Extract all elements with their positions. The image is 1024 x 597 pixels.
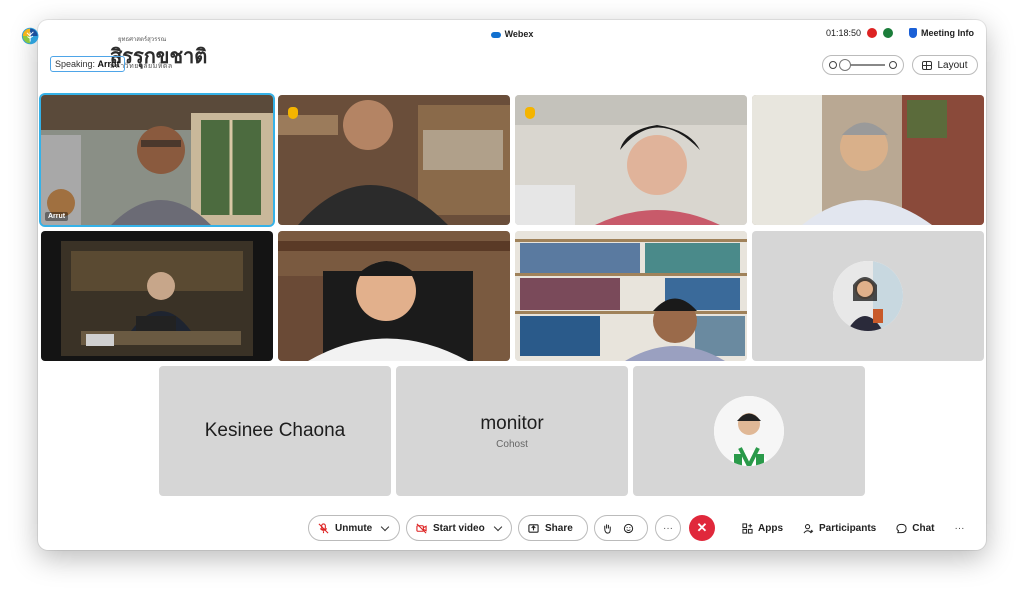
video-controls: Start video [406,514,512,542]
participant-video [278,231,510,361]
meeting-controls: Unmute [308,514,400,542]
network-health-icon[interactable] [883,28,893,38]
speaking-indicator: Speaking: Arrut [50,56,125,72]
participant-video [41,95,273,225]
chevron-down-icon[interactable] [380,522,390,531]
meeting-timer: 01:18:50 [825,28,861,38]
video-tile-3[interactable] [515,95,747,225]
participant-video [41,231,273,361]
zoom-out-icon[interactable] [829,61,837,69]
raised-hand-icon [525,107,535,119]
speaking-name: Arrut [97,59,120,69]
layout-label: Layout [937,59,968,71]
top-right-status: 01:18:50 Meeting Info [826,28,974,38]
share-label: Share [545,522,573,534]
unmute-label: Unmute [335,522,373,534]
speaking-label: Speaking: [55,59,96,69]
apps-button[interactable]: Apps [742,523,783,534]
video-tile-8[interactable] [752,231,984,361]
webex-window: ยุทธศาสตร์สุวรรณ สิรรุกขชาติ มหาวิทยาลัย… [21,20,986,550]
share-controls: Share [518,514,588,542]
avatar-container [752,231,984,361]
shield-icon [909,28,917,38]
muted-microphone-icon [318,522,329,533]
unmute-button[interactable]: Unmute [308,515,400,541]
video-tile-arrut[interactable]: Arrut [41,95,273,225]
side-controls: Apps Participants Chat ··· [742,514,964,542]
participants-label: Participants [819,522,877,534]
layout-button[interactable]: Layout [912,55,978,75]
participant-photo [833,261,903,331]
apps-icon [742,522,753,534]
meeting-info-label: Meeting Info [921,28,974,38]
share-screen-icon [528,523,539,533]
name-only-container: monitor Cohost [396,366,628,496]
close-icon: ✕ [696,520,708,535]
zoom-track[interactable] [839,59,885,72]
more-options-icon: ··· [663,522,673,534]
raised-hand-icon [288,107,298,119]
share-button[interactable]: Share [518,515,588,541]
video-tile-kesinee[interactable]: Kesinee Chaona [159,366,391,496]
chat-label: Chat [912,522,935,534]
zoom-knob[interactable] [839,59,851,72]
meeting-info-button[interactable]: Meeting Info [909,28,974,38]
participant-photo [714,396,784,466]
reaction-controls [594,514,648,542]
participant-role: Cohost [496,438,528,450]
video-tile-6[interactable] [278,231,510,361]
video-tile-11[interactable] [633,366,865,496]
video-tile-7[interactable] [515,231,747,361]
window-title-text: Webex [504,29,534,39]
participant-video [515,95,747,225]
overflow-menu-button[interactable]: ··· [954,523,964,534]
raise-hand-icon[interactable] [602,523,613,534]
chat-button[interactable]: Chat [896,523,934,534]
grid-layout-icon [922,60,933,70]
zoom-in-icon[interactable] [889,61,897,69]
chat-icon [896,523,907,533]
video-tile-2[interactable] [278,95,510,225]
zoom-slider[interactable] [822,55,904,75]
video-tile-4[interactable] [752,95,984,225]
name-only-container: Kesinee Chaona [159,366,391,496]
tile-name-label: Arrut [45,212,69,221]
participants-button[interactable]: Participants [803,523,876,534]
end-controls: ✕ [689,514,715,542]
end-meeting-button[interactable]: ✕ [689,515,715,541]
emoji-reaction-icon[interactable] [623,523,634,534]
start-video-button[interactable]: Start video [406,515,512,541]
more-controls: ··· [655,514,681,542]
apps-label: Apps [758,522,783,534]
participant-avatar [714,396,784,466]
participant-video [278,95,510,225]
start-video-label: Start video [433,522,485,534]
participant-video [515,231,747,361]
participant-name: Kesinee Chaona [204,420,346,441]
chevron-down-icon[interactable] [493,522,502,531]
video-tile-5[interactable] [41,231,273,361]
webex-icon [490,31,501,38]
avatar-container [633,366,865,496]
participant-video [752,95,984,225]
participant-name: monitor [480,412,544,434]
participants-icon [803,523,814,533]
more-options-button[interactable]: ··· [655,515,681,541]
recording-icon[interactable] [867,28,877,38]
reactions-group [594,515,648,541]
video-off-icon [416,523,427,533]
participant-avatar [833,261,903,331]
video-tile-monitor[interactable]: monitor Cohost [396,366,628,496]
overflow-icon: ··· [954,522,965,534]
